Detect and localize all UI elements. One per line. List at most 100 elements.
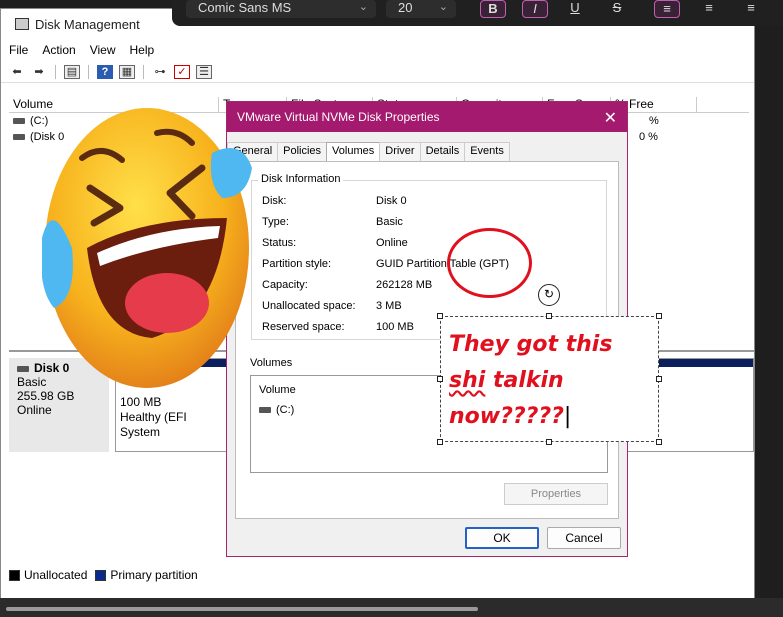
tab-volumes[interactable]: Volumes [326,142,381,161]
list-item[interactable]: (C:) [259,404,294,416]
annotation-line-1: They got this [449,332,613,357]
strikethrough-button[interactable]: S [604,0,630,18]
ok-button[interactable]: OK [465,527,539,549]
properties-button[interactable]: Properties [504,483,608,505]
back-arrow-icon[interactable]: ⬅ [9,65,25,79]
red-circle-annotation[interactable] [447,228,532,298]
help-icon[interactable]: ? [97,64,113,79]
menu-file[interactable]: File [9,43,28,57]
menu-action[interactable]: Action [42,43,75,57]
dialog-title: VMware Virtual NVMe Disk Properties [237,110,440,124]
resize-handle[interactable] [437,376,443,382]
menu-help[interactable]: Help [130,43,155,57]
connect-icon[interactable]: ⊶ [152,65,168,79]
info-label: Reserved space: [262,321,345,333]
annotation-text[interactable]: They got this shi talkin now?????| [449,327,654,435]
info-value: Online [376,237,408,249]
volume-pct-free: 0 % [639,131,658,143]
annotation-line-2-rest: talkin [485,368,564,393]
info-label: Type: [262,216,289,228]
resize-handle[interactable] [656,376,662,382]
resize-handle[interactable] [546,313,552,319]
toolbar-divider [55,64,56,79]
italic-button[interactable]: I [522,0,548,18]
chevron-down-icon: ⌄ [438,1,448,13]
tab-driver[interactable]: Driver [379,142,421,161]
console-tree-icon[interactable]: ▤ [64,64,80,79]
horizontal-scrollbar-thumb[interactable] [6,607,478,611]
info-value: 3 MB [376,300,402,312]
info-value: Basic [376,216,403,228]
tab-details[interactable]: Details [419,142,466,161]
dialog-tabs: General Policies Volumes Driver Details … [227,142,510,161]
font-size-select[interactable]: 20 ⌄ [386,0,456,18]
annotation-misspelled-word: shi [449,368,486,393]
resize-handle[interactable] [437,439,443,445]
unallocated-swatch [9,569,20,581]
volume-item-label: (C:) [276,404,295,416]
font-family-select[interactable]: Comic Sans MS ⌄ [186,0,376,18]
laughing-crying-emoji-icon [42,108,252,388]
info-label: Disk: [262,195,287,207]
partition-size: 100 MB [120,395,162,409]
text-caret: | [563,404,572,429]
chevron-down-icon: ⌄ [358,1,368,13]
tab-events[interactable]: Events [464,142,510,161]
info-value: 100 MB [376,321,414,333]
forward-arrow-icon[interactable]: ➡ [31,65,47,79]
disk-icon [17,366,29,372]
bold-button[interactable]: B [480,0,506,18]
resize-handle[interactable] [546,439,552,445]
font-size-value: 20 [398,0,413,15]
list-view-icon[interactable]: ☰ [196,64,212,79]
resize-handle[interactable] [656,439,662,445]
close-icon[interactable]: ✕ [604,108,617,128]
disk-size: 255.98 GB [17,389,75,403]
disk-status: Online [17,403,52,417]
toolbar: ⬅ ➡ ▤ ? ▦ ⊶ ✓ ☰ [1,61,754,83]
drive-icon [259,407,271,413]
toolbar-divider [88,64,89,79]
partition-status: Healthy (EFI System [120,410,187,439]
info-label: Partition style: [262,258,332,270]
annotation-line-3: now?????| [449,399,654,435]
resize-handle[interactable] [656,313,662,319]
info-label: Unallocated space: [262,300,356,312]
legend-unallocated: Unallocated [24,568,88,582]
volumes-list-header: Volume [259,384,296,396]
properties-icon[interactable]: ▦ [119,64,135,79]
volumes-section-title: Volumes [250,357,293,369]
annotation-line-3-text: now????? [449,404,564,429]
resize-handle[interactable] [437,313,443,319]
align-center-icon[interactable]: ≡ [696,0,722,18]
text-format-toolbar: Comic Sans MS ⌄ 20 ⌄ B I U S ≡ ≡ ≡ [172,0,783,26]
cancel-button[interactable]: Cancel [547,527,621,549]
rotate-handle-icon[interactable]: ↻ [538,284,560,306]
menu-bar: File Action View Help [1,39,754,61]
annotation-line-2: shi talkin [449,363,654,399]
toolbar-divider [143,64,144,79]
tab-policies[interactable]: Policies [277,142,328,161]
primary-swatch [95,569,107,581]
legend: Unallocated Primary partition [9,564,198,586]
checklist-icon[interactable]: ✓ [174,64,190,79]
text-annotation-box[interactable]: They got this shi talkin now?????| [440,316,659,442]
menu-view[interactable]: View [90,43,116,57]
legend-primary: Primary partition [110,568,198,582]
group-title: Disk Information [258,173,344,185]
dialog-titlebar: VMware Virtual NVMe Disk Properties ✕ [227,102,627,132]
drive-icon [13,118,25,124]
window-title: Disk Management [35,16,140,32]
info-value: Disk 0 [376,195,407,207]
align-right-icon[interactable]: ≡ [738,0,764,18]
volume-pct-free: % [649,115,659,127]
drive-icon [13,134,25,140]
info-value: 262128 MB [376,279,433,291]
underline-button[interactable]: U [562,0,588,18]
align-left-icon[interactable]: ≡ [654,0,680,18]
font-family-value: Comic Sans MS [198,0,292,15]
disk-management-icon [15,18,29,30]
screen: Disk Management File Action View Help ⬅ … [0,0,783,617]
info-label: Capacity: [262,279,308,291]
info-label: Status: [262,237,297,249]
